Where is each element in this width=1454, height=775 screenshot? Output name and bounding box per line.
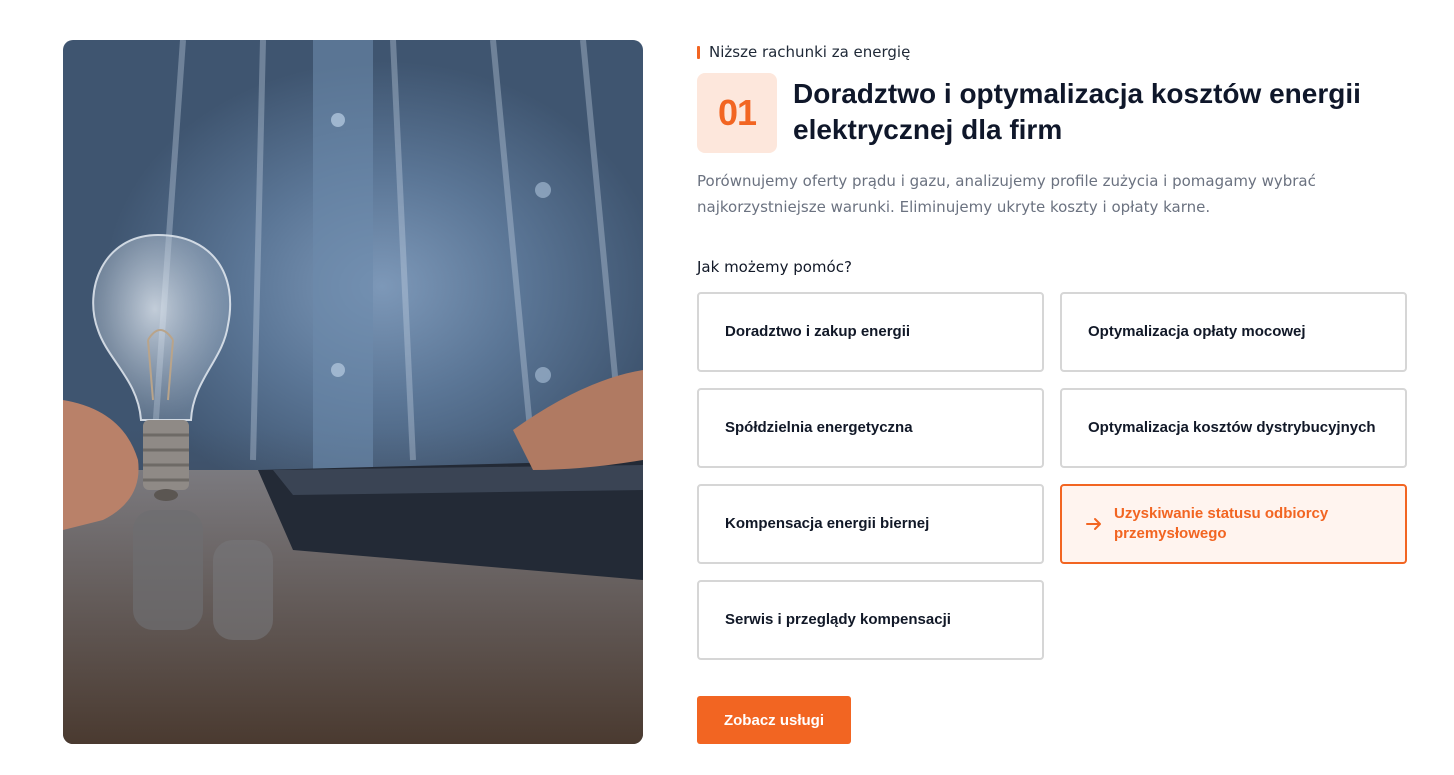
service-card-label: Kompensacja energii biernej bbox=[725, 515, 930, 532]
service-card-label: Optymalizacja opłaty mocowej bbox=[1088, 323, 1306, 340]
service-card-label: Optymalizacja kosztów dystrybucyjnych bbox=[1088, 419, 1376, 436]
eyebrow: Niższe rachunki za energię bbox=[697, 42, 910, 62]
service-card-oplata-mocowa[interactable]: Optymalizacja opłaty mocowej bbox=[1060, 292, 1407, 372]
service-card-label: Serwis i przeglądy kompensacji bbox=[725, 611, 951, 628]
page-title: Doradztwo i optymalizacja kosztów energi… bbox=[793, 78, 1361, 145]
service-card-odbiorca-przemyslowy[interactable]: Uzyskiwanie statusu odbiorcy przemysłowe… bbox=[1060, 484, 1407, 564]
description: Porównujemy oferty prądu i gazu, analizu… bbox=[697, 172, 1316, 216]
service-card-spoldzielnia[interactable]: Spółdzielnia energetyczna bbox=[697, 388, 1044, 468]
eyebrow-text: Niższe rachunki za energię bbox=[709, 43, 911, 61]
service-card-label: Spółdzielnia energetyczna bbox=[725, 419, 913, 436]
accent-bar bbox=[697, 45, 700, 59]
service-card-kompensacja[interactable]: Kompensacja energii biernej bbox=[697, 484, 1044, 564]
service-card-koszty-dystrybucyjne[interactable]: Optymalizacja kosztów dystrybucyjnych bbox=[1060, 388, 1407, 468]
step-number-badge: 01 bbox=[697, 73, 777, 153]
arrow-right-icon bbox=[1086, 518, 1101, 530]
hero-image-lightbulb bbox=[63, 40, 643, 744]
service-card-label: Uzyskiwanie statusu odbiorcy przemysłowe… bbox=[1114, 505, 1329, 542]
step-number: 01 bbox=[717, 92, 757, 133]
service-card-label: Doradztwo i zakup energii bbox=[725, 323, 911, 340]
service-card-doradztwo[interactable]: Doradztwo i zakup energii bbox=[697, 292, 1044, 372]
service-card-serwis[interactable]: Serwis i przeglądy kompensacji bbox=[697, 580, 1044, 660]
see-services-button[interactable]: Zobacz usługi bbox=[697, 696, 851, 744]
lightbulb-photo-illustration bbox=[63, 40, 643, 744]
help-label: Jak możemy pomóc? bbox=[697, 258, 852, 276]
